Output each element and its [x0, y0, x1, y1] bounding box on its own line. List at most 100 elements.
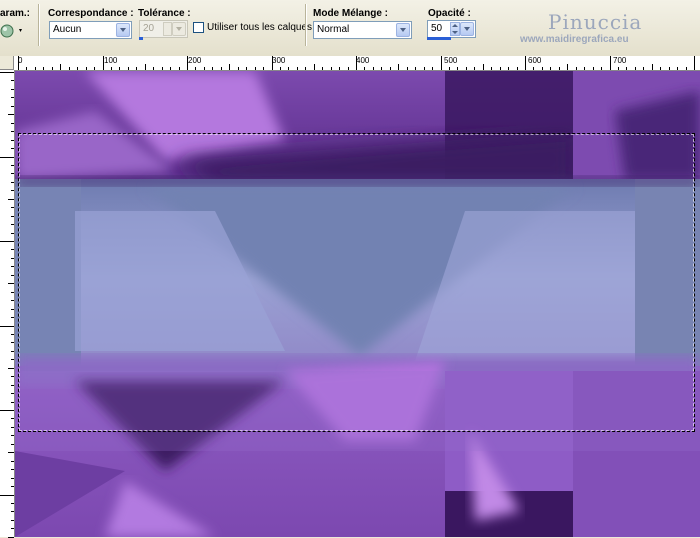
ruler-tick — [0, 325, 14, 327]
spin-icon[interactable] — [163, 22, 172, 36]
ruler-tick — [296, 67, 298, 70]
ruler-tick — [0, 241, 14, 242]
ruler-tick — [356, 56, 357, 70]
ruler-tick — [634, 67, 636, 70]
ruler-tick — [246, 67, 248, 70]
ruler-label: 700 — [613, 56, 627, 65]
canvas-image — [15, 71, 700, 537]
ruler-tick — [651, 64, 653, 70]
ruler-tick — [11, 131, 14, 133]
ruler-label: 300 — [272, 56, 286, 65]
ruler-tick — [457, 67, 459, 70]
ruler-tick — [26, 67, 28, 70]
ruler-tick — [195, 67, 197, 70]
ruler-tick — [68, 67, 70, 70]
opacity-field[interactable]: 50 — [427, 20, 476, 38]
blend-mode-dropdown[interactable]: Normal — [313, 21, 412, 39]
chevron-down-icon[interactable] — [172, 22, 186, 36]
ruler-tick — [8, 367, 14, 369]
ruler-tick — [136, 67, 138, 70]
opacity-value: 50 — [431, 23, 443, 34]
opacity-slider[interactable] — [427, 37, 451, 40]
ruler-tick — [153, 67, 155, 70]
param-label: aram.: — [0, 8, 31, 19]
ruler-tick — [11, 181, 14, 183]
ruler-tick — [415, 67, 417, 70]
all-layers-checkbox[interactable] — [193, 22, 204, 33]
ruler-tick — [465, 67, 467, 70]
ruler-tick — [203, 67, 205, 70]
ruler-tick — [423, 67, 425, 70]
chevron-down-icon[interactable] — [116, 23, 130, 37]
ruler-label: 600 — [528, 56, 542, 65]
chevron-down-icon[interactable] — [396, 23, 410, 37]
ruler-tick — [322, 67, 324, 70]
ruler-tick — [11, 257, 14, 259]
chevron-down-icon[interactable] — [460, 22, 474, 36]
ruler-tick — [85, 67, 87, 70]
ruler-tick — [11, 139, 14, 141]
ruler-tick — [0, 156, 14, 158]
ruler-tick — [11, 291, 14, 293]
preset-icon[interactable] — [0, 22, 26, 40]
ruler-tick — [448, 67, 450, 70]
ruler-tick — [389, 67, 391, 70]
ruler-tick — [11, 232, 14, 234]
ruler-tick — [660, 67, 662, 70]
ruler-tick — [339, 67, 341, 70]
ruler-tick — [525, 56, 526, 70]
ruler-tick — [11, 105, 14, 107]
separator — [305, 4, 307, 46]
ruler-tick — [220, 67, 222, 70]
ruler-tick — [0, 410, 14, 411]
ruler-tick — [668, 67, 670, 70]
tolerance-value: 20 — [143, 23, 155, 34]
ruler-tick — [499, 67, 501, 70]
ruler-tick — [11, 393, 14, 395]
ruler-tick — [11, 528, 14, 530]
ruler-tick — [11, 342, 14, 344]
image-canvas[interactable] — [15, 71, 700, 537]
ruler-tick — [694, 56, 695, 70]
ruler-tick — [567, 64, 569, 70]
ruler-tick — [144, 64, 146, 70]
ruler-tick — [0, 494, 14, 496]
ruler-tick — [11, 426, 14, 428]
ruler-tick — [626, 67, 628, 70]
ruler-tick — [11, 333, 14, 335]
tolerance-slider[interactable] — [139, 37, 143, 40]
ruler-tick — [51, 67, 53, 70]
opacity-label: Opacité : — [428, 8, 471, 19]
spin-icon[interactable] — [450, 22, 460, 36]
ruler-tick — [305, 67, 307, 70]
ruler-tick — [102, 56, 104, 70]
ruler-label: 200 — [188, 56, 202, 65]
ruler-tick — [11, 376, 14, 378]
blend-mode-value: Normal — [317, 24, 350, 35]
ruler-tick — [237, 67, 239, 70]
correspondance-value: Aucun — [53, 24, 82, 35]
ruler-tick — [11, 460, 14, 462]
ruler-tick — [11, 519, 14, 521]
watermark-title: Pinuccia — [548, 10, 643, 34]
ruler-tick — [406, 67, 408, 70]
ruler-tick — [558, 67, 560, 70]
ruler-tick — [398, 64, 400, 70]
ruler-tick — [11, 122, 14, 124]
ruler-tick — [11, 266, 14, 268]
ruler-tick — [212, 67, 214, 70]
correspondance-dropdown[interactable]: Aucun — [49, 21, 132, 39]
ruler-tick — [533, 67, 535, 70]
blend-mode-label: Mode Mélange : — [313, 8, 389, 19]
tolerance-field[interactable]: 20 — [139, 20, 188, 38]
ruler-tick — [584, 67, 586, 70]
ruler-tick — [18, 56, 19, 70]
ruler-tick — [330, 67, 332, 70]
ruler-tick — [609, 56, 611, 70]
ruler-tick — [11, 173, 14, 175]
ruler-tick — [11, 308, 14, 310]
ruler-tick — [372, 67, 374, 70]
ruler-tick — [0, 72, 14, 73]
ruler-tick — [110, 67, 112, 70]
ruler-tick — [11, 97, 14, 99]
